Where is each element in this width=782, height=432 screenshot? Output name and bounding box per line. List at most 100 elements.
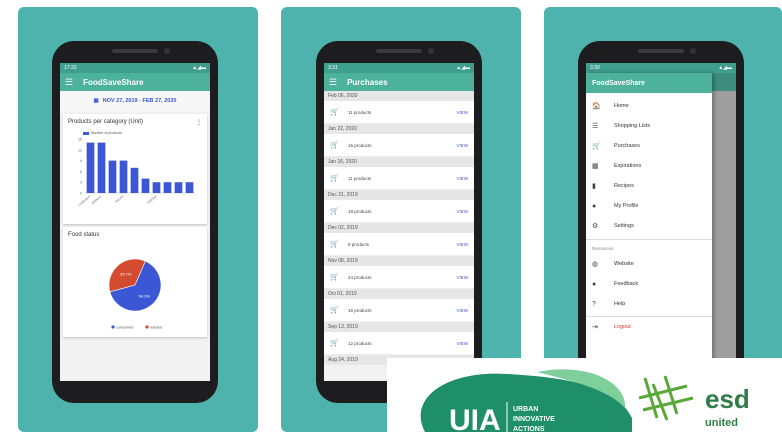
y-tick-label: 6	[80, 170, 82, 174]
account-icon: ●	[592, 202, 597, 210]
y-tick-label: 0	[80, 192, 82, 196]
drawer-item-purchases[interactable]: 🛒 Purchases	[586, 136, 712, 156]
bar	[108, 160, 117, 193]
x-tick-label: DRINKS	[91, 195, 102, 205]
product-count: 16 products	[348, 307, 372, 313]
drawer-item-label: My Profile	[614, 203, 639, 209]
purchase-row[interactable]: 🛒 16 products VIEW	[324, 299, 474, 322]
purchase-row[interactable]: 🛒 16 products VIEW	[324, 134, 474, 157]
phone-speaker	[112, 49, 158, 53]
partner-logos-graphic: UIA URBAN INNOVATIVE ACTIONS esd united	[420, 369, 750, 432]
drawer-item-label: Shopping Lists	[614, 123, 651, 129]
drawer-item-label: Help	[614, 301, 626, 307]
purchase-date-header: Jan 16, 2020	[324, 157, 474, 167]
cart-icon: 🛒	[330, 340, 339, 347]
bar	[119, 160, 128, 193]
drawer-header: FoodSaveShare	[586, 73, 712, 93]
cart-icon: 🛒	[330, 142, 339, 149]
purchase-row[interactable]: 🛒 11 products VIEW	[324, 101, 474, 124]
status-time: 17:33	[64, 65, 77, 71]
phone-menu: 3:30 ▲◢▬ FoodSaveShare 🏠 Home ☰ Shopping Li…	[578, 41, 744, 403]
view-button[interactable]: VIEW	[456, 275, 468, 280]
date-range-selector[interactable]: ▦ NOV 27, 2019 - FEB 27, 2020	[60, 91, 210, 111]
bar	[97, 142, 106, 193]
purchase-row[interactable]: 🛒 12 products VIEW	[324, 332, 474, 355]
more-options-icon[interactable]: ⋮	[196, 119, 202, 126]
drawer-item-feedback[interactable]: ● Feedback	[586, 274, 712, 294]
purchase-date-header: Jan 22, 2020	[324, 124, 474, 134]
legend-label: consumed	[116, 326, 134, 330]
drawer-item-website[interactable]: ◍ Website	[586, 254, 712, 274]
app-bar: ☰ Purchases	[324, 73, 474, 91]
view-button[interactable]: VIEW	[456, 209, 468, 214]
purchase-date-header: Feb 06, 2020	[324, 91, 474, 101]
menu-icon[interactable]: ☰	[329, 77, 337, 88]
date-range-label: NOV 27, 2019 - FEB 27, 2020	[102, 98, 177, 104]
drawer-item-label: Home	[614, 103, 629, 109]
phone-purchases: 3:31 ▲◢▬ ☰ Purchases Feb 06, 2020 🛒 11 pro…	[316, 41, 482, 403]
logout-icon: ⇥	[592, 323, 598, 331]
x-tick-label: PASTA	[114, 195, 124, 204]
legend-swatch	[83, 131, 89, 135]
esd-logo-mark	[638, 375, 694, 421]
dashboard-screen: 17:33 ▲◢▬ ☰ FoodSaveShare ▦ NOV 27, 2019…	[60, 63, 210, 381]
purchase-row[interactable]: 🛒 18 products VIEW	[324, 200, 474, 223]
product-count: 11 products	[348, 175, 372, 181]
uia-text: ACTIONS	[513, 426, 545, 432]
drawer-item-help[interactable]: ? Help	[586, 294, 712, 314]
purchase-row[interactable]: 🛒 11 products VIEW	[324, 167, 474, 190]
drawer-item-label: Website	[614, 261, 634, 267]
status-icons: ▲◢▬	[192, 65, 206, 71]
legend-label: wasted	[150, 326, 162, 330]
pie-value-label: 35.7%	[120, 272, 132, 277]
status-bar: 17:33 ▲◢▬	[60, 63, 210, 73]
bar	[141, 178, 150, 193]
cart-icon: 🛒	[330, 241, 339, 248]
purchases-screen: 3:31 ▲◢▬ ☰ Purchases Feb 06, 2020 🛒 11 pro…	[324, 63, 474, 381]
product-count: 12 products	[348, 340, 372, 346]
resources-section-label: Resources	[586, 239, 712, 254]
status-icons: ▲◢▬	[456, 65, 470, 71]
status-icons: ▲◢▬	[718, 65, 732, 71]
drawer-item-my-profile[interactable]: ● My Profile	[586, 196, 712, 216]
legend-dot	[145, 325, 149, 329]
phone-dashboard: 17:33 ▲◢▬ ☰ FoodSaveShare ▦ NOV 27, 2019…	[52, 41, 218, 403]
help-icon: ?	[592, 300, 596, 308]
view-button[interactable]: VIEW	[456, 341, 468, 346]
app-title: FoodSaveShare	[83, 77, 144, 87]
purchases-list: Feb 06, 2020 🛒 11 products VIEW Jan 22, 2020…	[324, 91, 474, 365]
phone-speaker	[638, 49, 684, 53]
bar	[163, 182, 172, 193]
view-button[interactable]: VIEW	[456, 110, 468, 115]
pie-chart: 64.3% 35.7% consumed wasted	[108, 258, 162, 330]
panel-title: Food status	[68, 232, 100, 238]
x-tick-label: CREAM	[146, 194, 157, 204]
drawer-item-recipes[interactable]: ▮ Recipes	[586, 176, 712, 196]
purchase-row[interactable]: 🛒 24 products VIEW	[324, 266, 474, 289]
purchase-row[interactable]: 🛒 8 products VIEW	[324, 233, 474, 256]
globe-icon: ◍	[592, 261, 599, 268]
cart-icon: 🛒	[330, 274, 339, 281]
cart-icon: 🛒	[592, 143, 601, 150]
cart-icon: 🛒	[330, 307, 339, 314]
view-button[interactable]: VIEW	[456, 176, 468, 181]
drawer-item-shopping-lists[interactable]: ☰ Shopping Lists	[586, 116, 712, 136]
drawer-item-expirations[interactable]: ▦ Expirations	[586, 156, 712, 176]
uia-text: INNOVATIVE	[513, 416, 555, 423]
drawer-item-settings[interactable]: ⚙ Settings	[586, 216, 712, 236]
bar	[185, 182, 194, 193]
bar	[174, 182, 183, 193]
logout-item[interactable]: ⇥ Logout	[586, 316, 712, 336]
product-count: 8 products	[348, 241, 370, 247]
view-button[interactable]: VIEW	[456, 143, 468, 148]
view-button[interactable]: VIEW	[456, 308, 468, 313]
bar	[152, 182, 161, 193]
product-count: 18 products	[348, 208, 372, 214]
product-count: 24 products	[348, 274, 372, 280]
purchase-date-header: Dec 21, 2019	[324, 190, 474, 200]
bar	[130, 167, 139, 193]
legend-dot	[111, 325, 115, 329]
view-button[interactable]: VIEW	[456, 242, 468, 247]
drawer-item-home[interactable]: 🏠 Home	[586, 96, 712, 116]
menu-icon[interactable]: ☰	[65, 77, 73, 88]
